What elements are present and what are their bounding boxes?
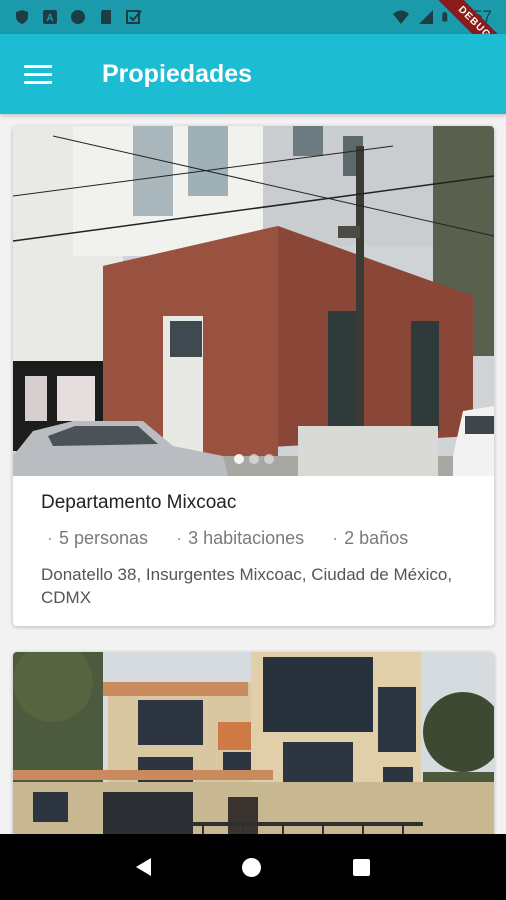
wifi-icon: [392, 10, 409, 24]
carousel-dot[interactable]: [263, 454, 274, 464]
baths-count: 2 baños: [332, 528, 408, 549]
back-icon[interactable]: [135, 858, 151, 876]
home-icon[interactable]: [242, 857, 262, 877]
notification-icons: A: [14, 9, 142, 25]
people-count: 5 personas: [47, 528, 148, 549]
property-address: Donatello 38, Insurgentes Mixcoac, Ciuda…: [41, 565, 453, 607]
checkbox-icon: [126, 10, 142, 24]
app-bar: Propiedades: [0, 34, 506, 114]
sd-card-icon: [101, 10, 111, 24]
carousel-indicator: [13, 454, 494, 464]
property-title: Departamento Mixcoac: [41, 492, 237, 513]
signal-icon: [418, 10, 433, 24]
circle-icon: [71, 10, 85, 24]
property-photo: [13, 652, 494, 834]
svg-text:A: A: [46, 13, 53, 24]
page-title: Propiedades: [102, 59, 253, 88]
property-photo-carousel[interactable]: [13, 652, 494, 834]
menu-icon[interactable]: [24, 58, 56, 90]
recent-apps-icon[interactable]: [353, 858, 371, 876]
shield-icon: [16, 10, 28, 24]
property-card[interactable]: Departamento Mixcoac 5 personas 3 habita…: [13, 126, 494, 626]
property-card[interactable]: [13, 652, 494, 834]
property-list[interactable]: Departamento Mixcoac 5 personas 3 habita…: [0, 114, 506, 834]
carousel-dot[interactable]: [233, 454, 244, 464]
a-icon: A: [43, 10, 57, 24]
property-photo-carousel[interactable]: [13, 126, 494, 476]
rooms-count: 3 habitaciones: [176, 528, 304, 549]
carousel-dot[interactable]: [248, 454, 259, 464]
status-bar: A 5:57 DEBUG: [0, 0, 506, 72]
navigation-bar: [0, 834, 506, 900]
property-details: Departamento Mixcoac 5 personas 3 habita…: [13, 476, 494, 609]
property-features: 5 personas 3 habitaciones 2 baños: [41, 528, 466, 549]
property-photo: [13, 126, 494, 476]
